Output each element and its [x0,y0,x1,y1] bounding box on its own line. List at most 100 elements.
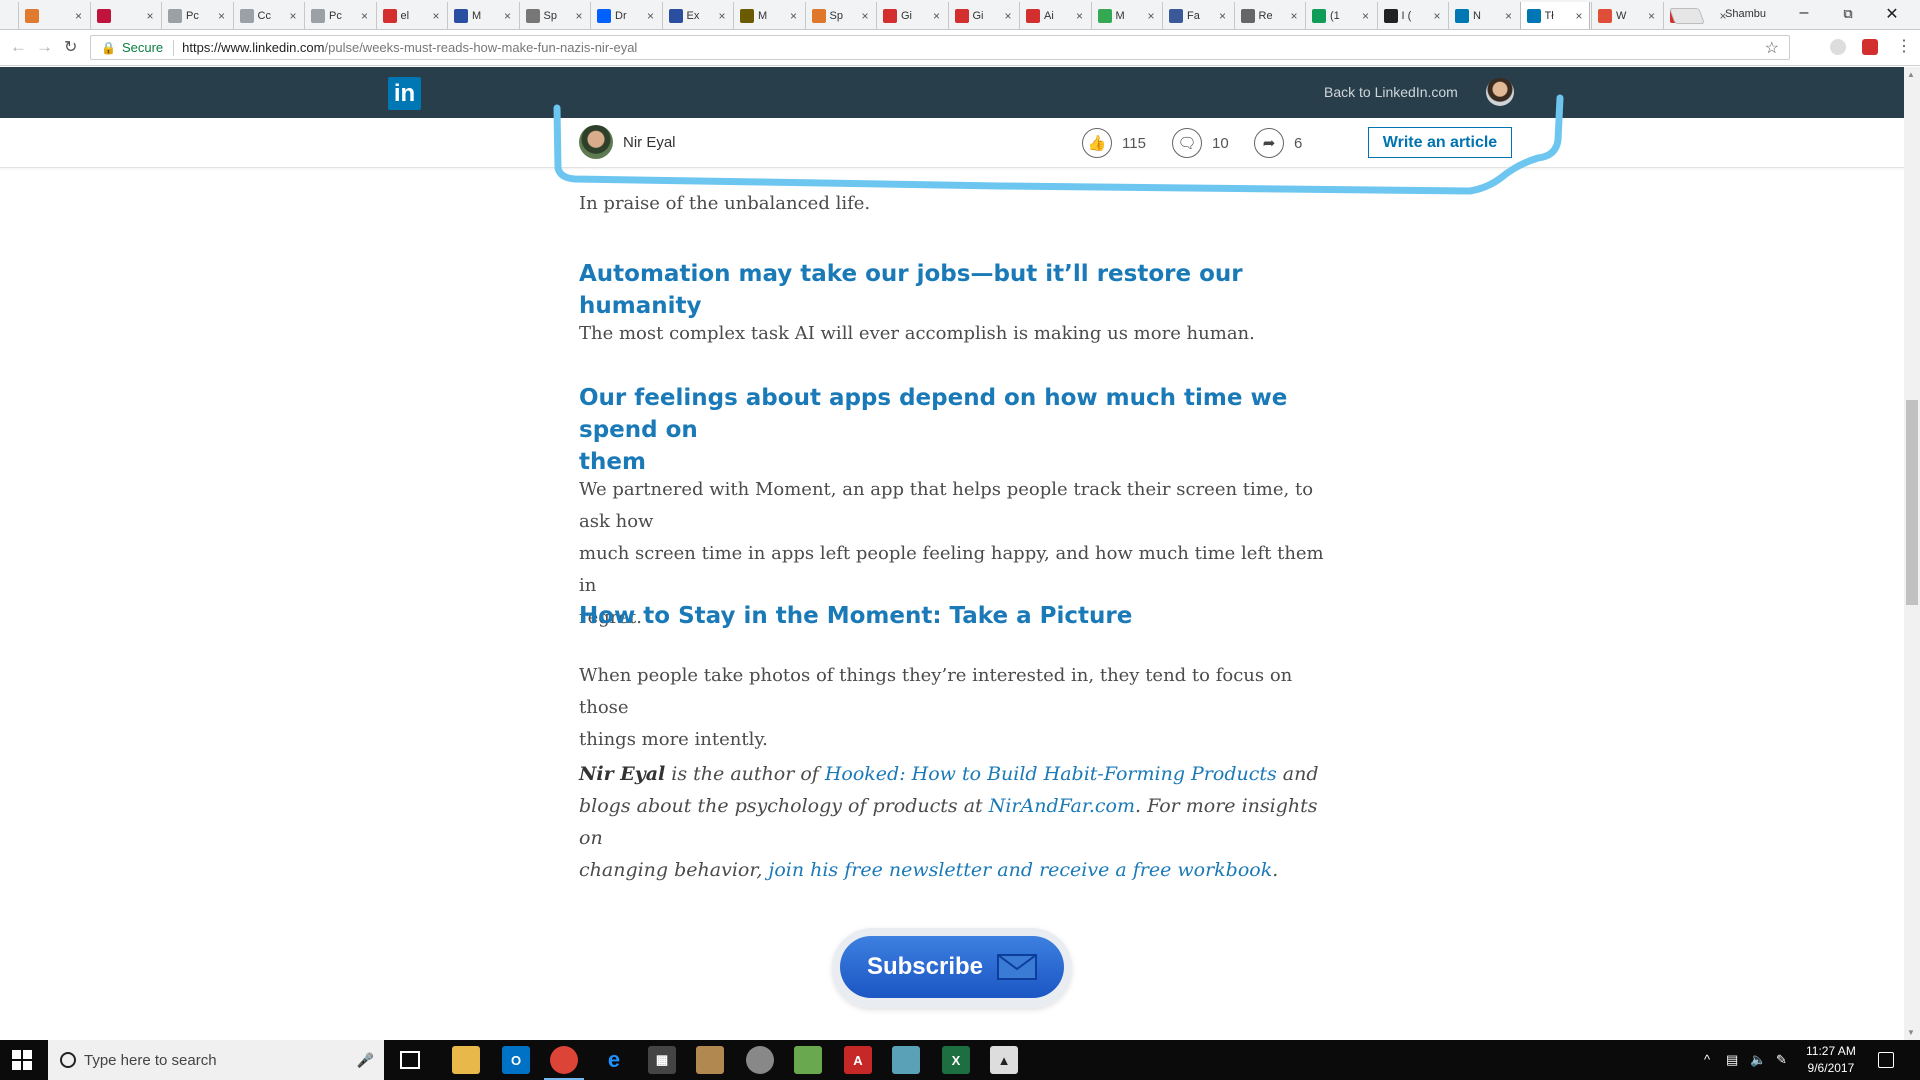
task-view-icon[interactable] [400,1051,420,1069]
browser-tab[interactable]: Pc × [161,2,231,29]
browser-tab[interactable]: Ai × [1019,2,1089,29]
browser-tab[interactable]: el × [375,2,446,29]
newsletter-link[interactable]: join his free newsletter and receive a f… [768,859,1272,881]
restore-icon[interactable]: ⧉ [1828,6,1868,22]
browser-tab[interactable]: M × [447,2,517,29]
app-icon[interactable] [746,1046,774,1074]
windows-start-icon[interactable] [12,1050,32,1070]
tab-close-icon[interactable]: × [933,9,940,23]
tab-close-icon[interactable]: × [575,9,582,23]
browser-tab[interactable]: M × [733,2,803,29]
tab-close-icon[interactable]: × [647,9,654,23]
tab-close-icon[interactable]: × [1076,9,1083,23]
notepad-icon[interactable] [794,1046,822,1074]
browser-tab[interactable]: Pc × [304,2,374,29]
browser-tab[interactable]: Fa × [1162,2,1232,29]
author-avatar[interactable] [579,125,613,159]
app-icon[interactable] [696,1046,724,1074]
minimize-icon[interactable]: – [1784,4,1824,22]
section-heading-moment[interactable]: How to Stay in the Moment: Take a Pictur… [579,600,1132,632]
outlook-icon[interactable]: O [502,1046,530,1074]
browser-tab[interactable]: I (× [1376,2,1447,29]
browser-tab[interactable]: Gi × [876,2,946,29]
file-explorer-icon[interactable] [452,1046,480,1074]
thumbs-up-icon[interactable]: 👍 [1082,128,1112,158]
action-center-icon[interactable] [1878,1052,1894,1068]
write-article-button[interactable]: Write an article [1368,127,1512,158]
tab-close-icon[interactable]: × [146,9,153,23]
hooked-book-link[interactable]: Hooked: How to Build Habit-Forming Produ… [825,763,1277,785]
scroll-up-arrow-icon[interactable]: ▲ [1907,70,1915,79]
edge-icon[interactable]: e [600,1046,628,1074]
tab-close-icon[interactable]: × [75,9,82,23]
new-tab-button[interactable] [1669,8,1705,24]
section-heading-automation[interactable]: Automation may take our jobs—but it’ll r… [579,258,1324,322]
share-stat[interactable]: ➦ 6 [1254,128,1302,158]
subscribe-button[interactable]: Subscribe [840,936,1064,998]
tab-close-icon[interactable]: × [1362,9,1369,23]
excel-icon[interactable]: X [942,1046,970,1074]
tab-close-icon[interactable]: × [1505,9,1512,23]
pen-icon[interactable]: ✎ [1776,1052,1787,1068]
forward-arrow-icon[interactable]: → [36,37,53,57]
tab-close-icon[interactable]: × [1433,9,1440,23]
browser-tab[interactable]: Cc × [232,2,303,29]
network-icon[interactable]: ▤ [1726,1052,1738,1068]
reload-icon[interactable]: ↻ [64,37,77,57]
tab-close-icon[interactable]: × [289,9,296,23]
chrome-icon[interactable] [550,1046,578,1074]
author-name[interactable]: Nir Eyal [623,134,676,151]
browser-tab[interactable]: Sp × [518,2,589,29]
acrobat-icon[interactable]: A [844,1046,872,1074]
browser-tab[interactable]: Tł × [1519,2,1590,29]
linkedin-logo[interactable]: in [388,77,421,110]
taskbar-search[interactable]: Type here to search 🎤 [48,1040,384,1080]
tab-close-icon[interactable]: × [504,9,511,23]
browser-menu-icon[interactable]: ⋮ [1896,36,1912,56]
tray-chevron-icon[interactable]: ^ [1704,1052,1710,1067]
extension-icon[interactable] [1862,39,1878,55]
browser-tab[interactable]: × [18,2,88,29]
tab-close-icon[interactable]: × [218,9,225,23]
tab-close-icon[interactable]: × [1219,9,1226,23]
browser-tab[interactable]: (1 × [1305,2,1375,29]
extension-icon[interactable] [1830,39,1846,55]
share-icon[interactable]: ➦ [1254,128,1284,158]
tab-close-icon[interactable]: × [1004,9,1011,23]
volume-icon[interactable]: 🔈 [1750,1052,1766,1068]
browser-tab[interactable]: Re × [1233,2,1304,29]
back-arrow-icon[interactable]: ← [10,37,27,57]
user-avatar[interactable] [1486,78,1514,106]
comment-stat[interactable]: 🗨 10 [1172,128,1229,158]
browser-tab[interactable]: Gi × [947,2,1018,29]
nirandfar-link[interactable]: NirAndFar.com [989,795,1135,817]
tab-close-icon[interactable]: × [1290,9,1297,23]
tab-close-icon[interactable]: × [718,9,725,23]
app-icon[interactable] [892,1046,920,1074]
section-heading-apps[interactable]: Our feelings about apps depend on how mu… [579,382,1324,478]
microphone-icon[interactable]: 🎤 [357,1052,374,1069]
scrollbar-thumb[interactable] [1906,400,1918,605]
back-to-linkedin-link[interactable]: Back to LinkedIn.com [1324,84,1458,100]
browser-tab[interactable]: Dr × [590,2,660,29]
browser-tab[interactable]: N × [1448,2,1518,29]
tab-close-icon[interactable]: × [432,9,439,23]
browser-tab[interactable]: M × [1090,2,1161,29]
comment-icon[interactable]: 🗨 [1172,128,1202,158]
system-clock[interactable]: 11:27 AM 9/6/2017 [1806,1043,1856,1077]
tab-close-icon[interactable]: × [790,9,797,23]
tab-close-icon[interactable]: × [361,9,368,23]
like-stat[interactable]: 👍 115 [1082,128,1146,158]
browser-tab[interactable]: W × [1591,2,1661,29]
bookmark-star-icon[interactable]: ☆ [1765,38,1779,58]
photos-icon[interactable]: ▲ [990,1046,1018,1074]
browser-tab[interactable]: Sp × [804,2,875,29]
scroll-down-arrow-icon[interactable]: ▼ [1907,1028,1915,1037]
tab-close-icon[interactable]: × [1575,9,1582,23]
browser-profile-name[interactable]: Shambu [1725,8,1766,20]
browser-tab[interactable]: × [89,2,160,29]
calculator-icon[interactable]: ▦ [648,1046,676,1074]
tab-close-icon[interactable]: × [1147,9,1154,23]
close-window-icon[interactable]: ✕ [1872,4,1912,24]
tab-close-icon[interactable]: × [861,9,868,23]
